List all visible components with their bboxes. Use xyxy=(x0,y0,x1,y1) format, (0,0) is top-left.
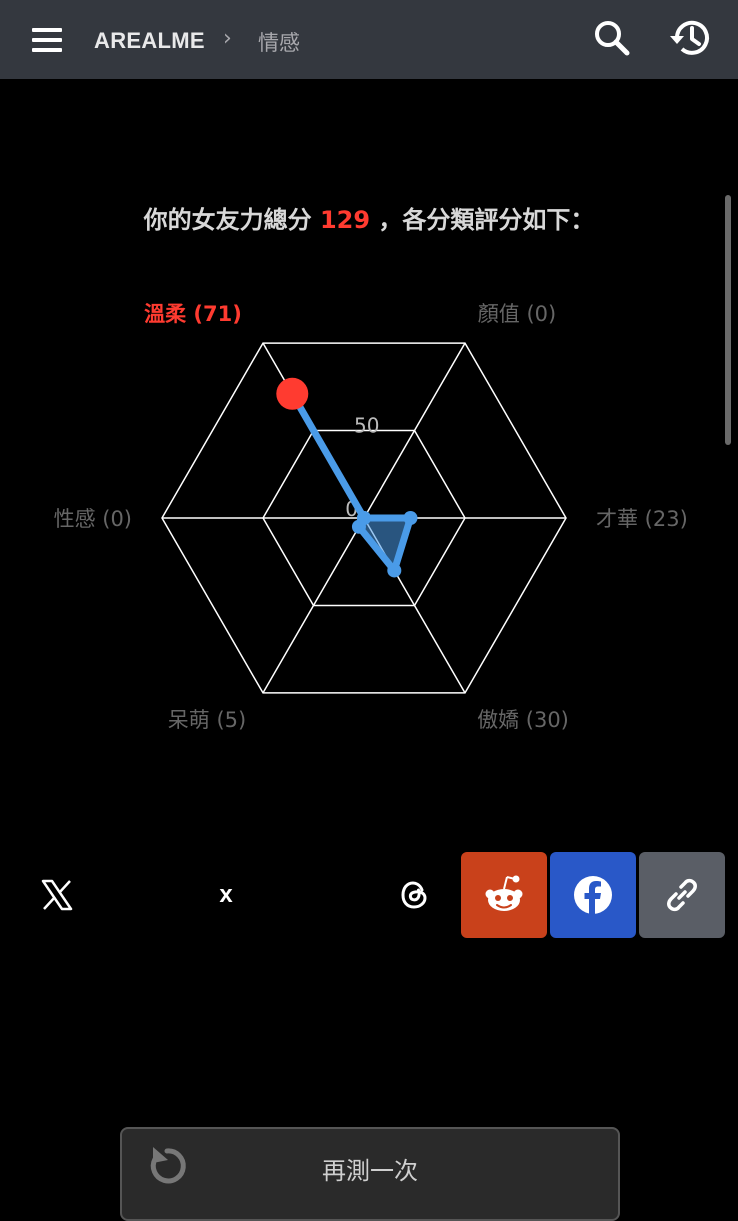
menu-icon-line xyxy=(32,38,62,42)
summary-suffix: ，各分類評分如下： xyxy=(370,206,595,234)
page-scrollbar[interactable] xyxy=(725,195,731,445)
radar-axis-label: 顏值 (0) xyxy=(478,302,556,326)
summary-prefix: 你的女友力總分 xyxy=(143,206,320,234)
facebook-icon xyxy=(574,876,612,914)
share-reddit-button[interactable] xyxy=(461,852,547,938)
copy-link-button[interactable] xyxy=(639,852,725,938)
retry-label: 再測一次 xyxy=(322,1157,418,1185)
search-button[interactable] xyxy=(592,18,632,58)
radar-point xyxy=(276,377,309,410)
history-button[interactable] xyxy=(668,16,712,60)
result-summary: 你的女友力總分 129 ，各分類評分如下： xyxy=(0,200,738,235)
history-icon xyxy=(670,20,709,55)
radar-point xyxy=(387,563,402,578)
breadcrumb-separator: › xyxy=(223,26,232,51)
radar-axis-label: 才華 (23) xyxy=(596,507,688,531)
radar-axis-label: 溫柔 (71) xyxy=(144,302,242,326)
search-icon xyxy=(595,21,630,56)
share-x-text-button[interactable]: x xyxy=(183,852,269,938)
share-facebook-button[interactable] xyxy=(550,852,636,938)
radar-axis-label: 性感 (0) xyxy=(54,507,132,531)
reddit-icon xyxy=(485,875,523,911)
radar-ring-label: 50 xyxy=(354,414,379,438)
menu-icon xyxy=(32,28,62,32)
radar-series-area xyxy=(288,390,414,574)
menu-button[interactable] xyxy=(28,22,66,58)
radar-axis-label: 傲嬌 (30) xyxy=(477,708,569,732)
x-icon xyxy=(41,879,73,911)
brand-logo[interactable]: AREALME xyxy=(94,28,205,54)
share-x-button[interactable] xyxy=(14,852,100,938)
radar-point xyxy=(357,511,371,525)
radar-point xyxy=(403,511,418,525)
top-navigation-bar: AREALME › 情感 xyxy=(0,0,738,79)
menu-icon-line xyxy=(32,48,62,52)
radar-chart: 050顏值 (0)才華 (23)傲嬌 (30)呆萌 (5)性感 (0)溫柔 (7… xyxy=(54,302,688,732)
total-score: 129 xyxy=(319,206,371,234)
threads-icon xyxy=(401,881,427,909)
share-threads-button[interactable] xyxy=(372,852,458,938)
radar-axis-label: 呆萌 (5) xyxy=(168,708,246,732)
breadcrumb-category[interactable]: 情感 xyxy=(258,27,300,57)
retry-button[interactable]: 再測一次 xyxy=(120,1127,620,1221)
link-icon xyxy=(667,878,697,912)
